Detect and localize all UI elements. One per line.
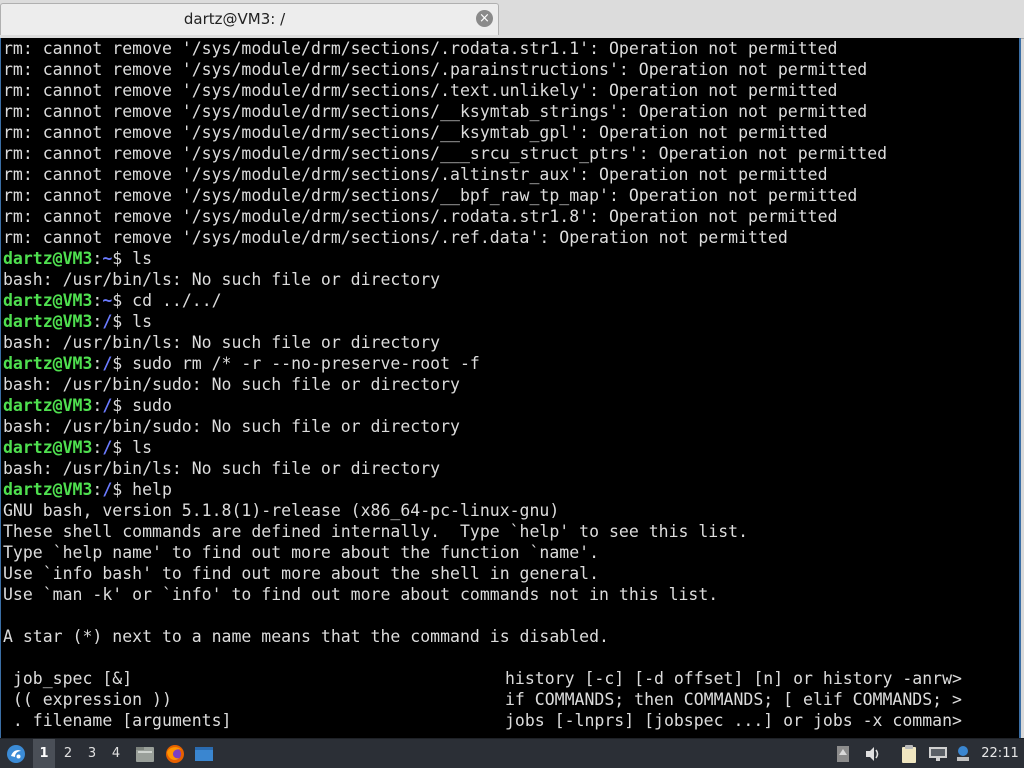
prompt-path: /	[102, 480, 113, 499]
workspace-2[interactable]: 2	[57, 739, 79, 768]
updates-icon[interactable]	[836, 745, 850, 763]
workspace-1[interactable]: 1	[33, 739, 55, 768]
output-line: rm: cannot remove '/sys/module/drm/secti…	[3, 123, 828, 142]
output-line: bash: /usr/bin/sudo: No such file or dir…	[3, 375, 460, 394]
prompt-line: dartz@VM3:/$ sudo rm /* -r --no-preserve…	[3, 354, 480, 373]
prompt-path: /	[102, 438, 113, 457]
help-left: (( expression ))	[3, 690, 172, 709]
prompt-path: /	[102, 312, 113, 331]
help-right: if COMMANDS; then COMMANDS; [ elif COMMA…	[505, 690, 962, 709]
network-icon[interactable]	[928, 745, 948, 763]
prompt-line: dartz@VM3:/$ ls	[3, 438, 153, 457]
command-text: help	[122, 480, 172, 499]
prompt-user: dartz@VM3	[3, 396, 93, 415]
help-left: . filename [arguments]	[3, 711, 232, 730]
prompt-path: ~	[102, 291, 113, 310]
prompt-user: dartz@VM3	[3, 480, 93, 499]
clipboard-icon[interactable]	[900, 744, 918, 764]
output-line: rm: cannot remove '/sys/module/drm/secti…	[3, 165, 828, 184]
file-manager-icon[interactable]	[135, 745, 155, 763]
output-line: Type `help name' to find out more about …	[3, 543, 600, 562]
output-line: rm: cannot remove '/sys/module/drm/secti…	[3, 228, 788, 247]
workspace-4[interactable]: 4	[105, 739, 127, 768]
terminal-output[interactable]: rm: cannot remove '/sys/module/drm/secti…	[0, 38, 1021, 738]
battery-icon[interactable]	[954, 745, 972, 763]
tab-terminal[interactable]: dartz@VM3: / ×	[0, 3, 499, 35]
prompt-user: dartz@VM3	[3, 438, 93, 457]
output-line: bash: /usr/bin/ls: No such file or direc…	[3, 333, 441, 352]
close-tab-icon[interactable]: ×	[476, 10, 493, 27]
help-row: . filename [arguments] jobs [-lnprs] [job…	[3, 710, 1003, 731]
output-line: rm: cannot remove '/sys/module/drm/secti…	[3, 102, 868, 121]
output-line: bash: /usr/bin/sudo: No such file or dir…	[3, 417, 460, 436]
prompt-line: dartz@VM3:~$ ls	[3, 249, 153, 268]
output-line: GNU bash, version 5.1.8(1)-release (x86_…	[3, 501, 560, 520]
desktop: dartz@VM3: / × rm: cannot remove '/sys/m…	[0, 0, 1024, 768]
help-left: job_spec [&]	[3, 669, 133, 688]
prompt-path: ~	[102, 249, 113, 268]
command-text: ls	[122, 249, 153, 268]
command-text: ls	[122, 438, 153, 457]
help-right: history [-c] [-d offset] [n] or history …	[505, 669, 962, 688]
volume-icon[interactable]	[864, 745, 882, 763]
help-row: job_spec [&] history [-c] [-d offset] [n]…	[3, 668, 1003, 689]
output-line: Use `info bash' to find out more about t…	[3, 564, 600, 583]
output-line: rm: cannot remove '/sys/module/drm/secti…	[3, 81, 838, 100]
command-text: cd ../../	[122, 291, 222, 310]
prompt-path: /	[102, 354, 113, 373]
window-icon[interactable]	[194, 745, 214, 763]
prompt-user: dartz@VM3	[3, 312, 93, 331]
taskbar: 1 2 3 4 22:11	[0, 738, 1024, 768]
output-line: A star (*) next to a name means that the…	[3, 627, 609, 646]
command-text: sudo rm /* -r --no-preserve-root -f	[122, 354, 480, 373]
start-menu-icon[interactable]	[6, 744, 26, 764]
prompt-user: dartz@VM3	[3, 354, 93, 373]
output-line: rm: cannot remove '/sys/module/drm/secti…	[3, 39, 838, 58]
output-line: bash: /usr/bin/ls: No such file or direc…	[3, 270, 441, 289]
prompt-user: dartz@VM3	[3, 249, 93, 268]
workspace-3[interactable]: 3	[81, 739, 103, 768]
output-line: rm: cannot remove '/sys/module/drm/secti…	[3, 207, 838, 226]
output-line: bash: /usr/bin/ls: No such file or direc…	[3, 459, 441, 478]
output-line: These shell commands are defined interna…	[3, 522, 749, 541]
output-line: rm: cannot remove '/sys/module/drm/secti…	[3, 60, 868, 79]
tab-title: dartz@VM3: /	[183, 10, 286, 28]
output-line: Use `man -k' or `info' to find out more …	[3, 585, 719, 604]
clock[interactable]: 22:11	[978, 739, 1022, 768]
prompt-line: dartz@VM3:~$ cd ../../	[3, 291, 222, 310]
output-line: rm: cannot remove '/sys/module/drm/secti…	[3, 186, 858, 205]
firefox-icon[interactable]	[165, 744, 185, 764]
terminal-tab-bar: dartz@VM3: / ×	[0, 0, 1024, 39]
prompt-line: dartz@VM3:/$ help	[3, 480, 172, 499]
prompt-line: dartz@VM3:/$ sudo	[3, 396, 172, 415]
prompt-path: /	[102, 396, 113, 415]
help-right: jobs [-lnprs] [jobspec ...] or jobs -x c…	[505, 711, 962, 730]
prompt-user: dartz@VM3	[3, 291, 93, 310]
command-text: sudo	[122, 396, 172, 415]
help-row: (( expression )) if COMMANDS; then COMMAN…	[3, 689, 1003, 710]
prompt-line: dartz@VM3:/$ ls	[3, 312, 153, 331]
command-text: ls	[122, 312, 153, 331]
output-line: rm: cannot remove '/sys/module/drm/secti…	[3, 144, 888, 163]
